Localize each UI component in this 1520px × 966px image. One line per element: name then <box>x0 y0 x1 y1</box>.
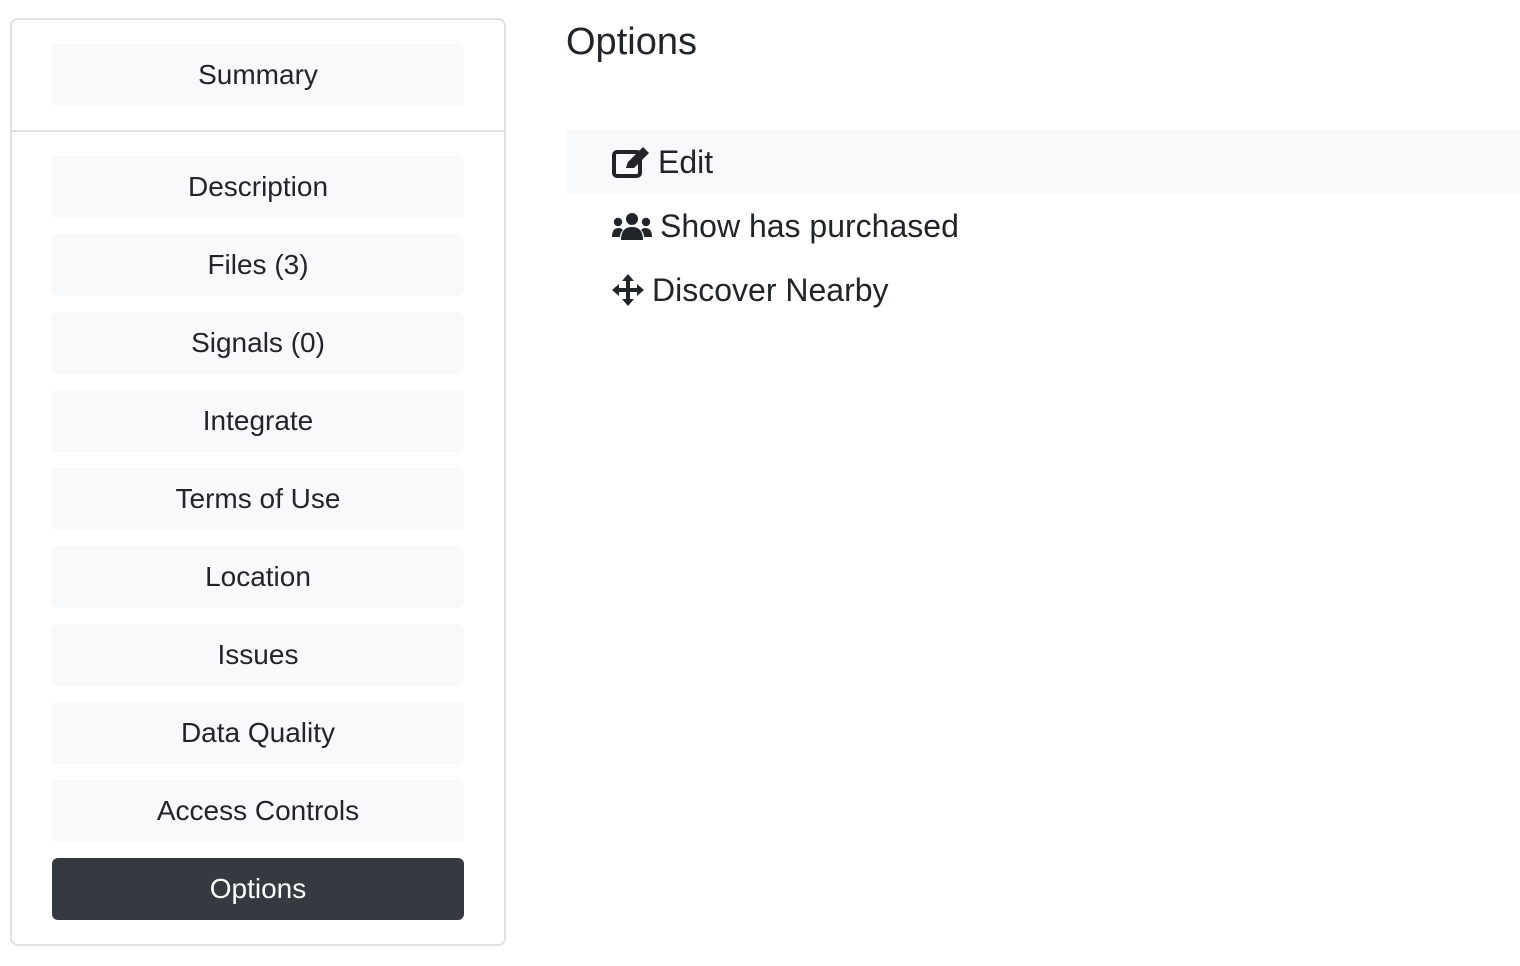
sidebar-item-files[interactable]: Files (3) <box>52 234 464 296</box>
option-edit[interactable]: Edit <box>566 130 1520 194</box>
options-list: Edit Show has purchased Discover Nearby <box>566 130 1520 322</box>
sidebar-item-label: Issues <box>217 639 299 670</box>
sidebar-item-label: Data Quality <box>180 717 336 748</box>
option-discover-nearby[interactable]: Discover Nearby <box>566 258 1520 322</box>
sidebar-item-label: Terms of Use <box>175 483 341 514</box>
sidebar: Summary Description Files (3) Signals (0… <box>10 18 506 946</box>
page-title: Options <box>566 21 697 63</box>
option-label: Edit <box>658 143 714 180</box>
option-show-has-purchased[interactable]: Show has purchased <box>566 194 1520 258</box>
sidebar-nav-list: Description Files (3) Signals (0) Integr… <box>12 132 504 920</box>
sidebar-item-label: Location <box>205 561 311 592</box>
sidebar-item-access-controls[interactable]: Access Controls <box>52 780 464 842</box>
sidebar-item-terms-of-use[interactable]: Terms of Use <box>52 468 464 530</box>
sidebar-item-description[interactable]: Description <box>52 156 464 218</box>
sidebar-item-label: Access Controls <box>156 795 360 826</box>
option-label: Show has purchased <box>660 207 959 244</box>
sidebar-item-signals[interactable]: Signals (0) <box>52 312 464 374</box>
sidebar-item-label: Integrate <box>202 405 314 436</box>
sidebar-item-data-quality[interactable]: Data Quality <box>52 702 464 764</box>
sidebar-item-options[interactable]: Options <box>52 858 464 920</box>
sidebar-item-label: Options <box>209 873 307 904</box>
sidebar-item-label: Files (3) <box>207 249 309 280</box>
sidebar-item-label: Description <box>187 171 329 202</box>
sidebar-item-label: Signals (0) <box>191 327 325 358</box>
sidebar-item-issues[interactable]: Issues <box>52 624 464 686</box>
users-icon <box>612 211 652 241</box>
sidebar-summary-section: Summary <box>12 20 504 132</box>
sidebar-item-label: Summary <box>198 59 318 90</box>
arrows-move-icon <box>612 274 644 306</box>
edit-icon <box>612 146 650 178</box>
option-label: Discover Nearby <box>652 271 889 308</box>
sidebar-item-summary[interactable]: Summary <box>52 44 464 106</box>
sidebar-item-integrate[interactable]: Integrate <box>52 390 464 452</box>
main-content: Options Edit Show has purchased Discover… <box>566 0 1520 966</box>
sidebar-item-location[interactable]: Location <box>52 546 464 608</box>
